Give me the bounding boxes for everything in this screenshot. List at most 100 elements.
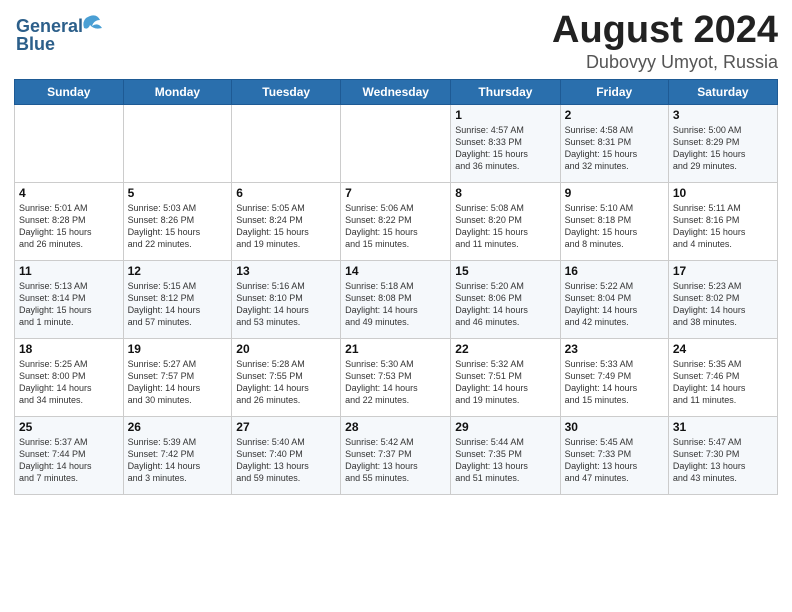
cell-content: Sunrise: 5:44 AM Sunset: 7:35 PM Dayligh…: [455, 436, 555, 485]
calendar-cell: 26 Sunrise: 5:39 AM Sunset: 7:42 PM Dayli…: [123, 416, 232, 494]
header: General Blue August 2024 Dubovyy Umyot, …: [14, 10, 778, 73]
day-number: 30: [565, 420, 664, 434]
calendar-cell: 25Sunrise: 5:37 AM Sunset: 7:44 PM Dayli…: [15, 416, 124, 494]
calendar-cell: 13 Sunrise: 5:16 AM Sunset: 8:10 PM Dayli…: [232, 260, 341, 338]
day-header-thursday: Thursday: [451, 79, 560, 104]
cell-content: Sunrise: 5:15 AM Sunset: 8:12 PM Dayligh…: [128, 280, 228, 329]
cell-content: Sunrise: 5:05 AM Sunset: 8:24 PM Dayligh…: [236, 202, 336, 251]
calendar-cell: 6 Sunrise: 5:05 AM Sunset: 8:24 PM Daylig…: [232, 182, 341, 260]
calendar-cell: 28 Sunrise: 5:42 AM Sunset: 7:37 PM Dayli…: [341, 416, 451, 494]
day-number: 22: [455, 342, 555, 356]
week-row-3: 11Sunrise: 5:13 AM Sunset: 8:14 PM Dayli…: [15, 260, 778, 338]
calendar-cell: 17Sunrise: 5:23 AM Sunset: 8:02 PM Dayli…: [668, 260, 777, 338]
cell-content: Sunrise: 5:08 AM Sunset: 8:20 PM Dayligh…: [455, 202, 555, 251]
day-number: 1: [455, 108, 555, 122]
cell-content: Sunrise: 5:00 AM Sunset: 8:29 PM Dayligh…: [673, 124, 773, 173]
cell-content: Sunrise: 5:33 AM Sunset: 7:49 PM Dayligh…: [565, 358, 664, 407]
calendar-cell: 16Sunrise: 5:22 AM Sunset: 8:04 PM Dayli…: [560, 260, 668, 338]
calendar-cell: 8 Sunrise: 5:08 AM Sunset: 8:20 PM Daylig…: [451, 182, 560, 260]
day-header-wednesday: Wednesday: [341, 79, 451, 104]
calendar-cell: 3 Sunrise: 5:00 AM Sunset: 8:29 PM Daylig…: [668, 104, 777, 182]
day-number: 12: [128, 264, 228, 278]
day-number: 6: [236, 186, 336, 200]
day-number: 7: [345, 186, 446, 200]
cell-content: Sunrise: 5:25 AM Sunset: 8:00 PM Dayligh…: [19, 358, 119, 407]
cell-content: Sunrise: 5:28 AM Sunset: 7:55 PM Dayligh…: [236, 358, 336, 407]
cell-content: Sunrise: 4:57 AM Sunset: 8:33 PM Dayligh…: [455, 124, 555, 173]
logo: General Blue: [14, 10, 104, 60]
calendar-cell: 24 Sunrise: 5:35 AM Sunset: 7:46 PM Dayli…: [668, 338, 777, 416]
cell-content: Sunrise: 5:10 AM Sunset: 8:18 PM Dayligh…: [565, 202, 664, 251]
calendar-cell: 31Sunrise: 5:47 AM Sunset: 7:30 PM Dayli…: [668, 416, 777, 494]
cell-content: Sunrise: 5:30 AM Sunset: 7:53 PM Dayligh…: [345, 358, 446, 407]
day-number: 13: [236, 264, 336, 278]
cell-content: Sunrise: 5:39 AM Sunset: 7:42 PM Dayligh…: [128, 436, 228, 485]
day-header-tuesday: Tuesday: [232, 79, 341, 104]
subtitle: Dubovyy Umyot, Russia: [552, 52, 778, 73]
svg-text:General: General: [16, 16, 83, 36]
calendar-cell: 2 Sunrise: 4:58 AM Sunset: 8:31 PM Daylig…: [560, 104, 668, 182]
cell-content: Sunrise: 4:58 AM Sunset: 8:31 PM Dayligh…: [565, 124, 664, 173]
cell-content: Sunrise: 5:42 AM Sunset: 7:37 PM Dayligh…: [345, 436, 446, 485]
calendar-cell: 30 Sunrise: 5:45 AM Sunset: 7:33 PM Dayli…: [560, 416, 668, 494]
calendar-cell: 21 Sunrise: 5:30 AM Sunset: 7:53 PM Dayli…: [341, 338, 451, 416]
calendar-cell: 4 Sunrise: 5:01 AM Sunset: 8:28 PM Daylig…: [15, 182, 124, 260]
cell-content: Sunrise: 5:18 AM Sunset: 8:08 PM Dayligh…: [345, 280, 446, 329]
day-number: 11: [19, 264, 119, 278]
day-number: 24: [673, 342, 773, 356]
calendar-cell: 14 Sunrise: 5:18 AM Sunset: 8:08 PM Dayli…: [341, 260, 451, 338]
calendar-cell: [341, 104, 451, 182]
calendar-cell: 10 Sunrise: 5:11 AM Sunset: 8:16 PM Dayli…: [668, 182, 777, 260]
cell-content: Sunrise: 5:16 AM Sunset: 8:10 PM Dayligh…: [236, 280, 336, 329]
cell-content: Sunrise: 5:35 AM Sunset: 7:46 PM Dayligh…: [673, 358, 773, 407]
calendar-cell: [232, 104, 341, 182]
cell-content: Sunrise: 5:11 AM Sunset: 8:16 PM Dayligh…: [673, 202, 773, 251]
cell-content: Sunrise: 5:45 AM Sunset: 7:33 PM Dayligh…: [565, 436, 664, 485]
day-number: 2: [565, 108, 664, 122]
calendar-cell: 1 Sunrise: 4:57 AM Sunset: 8:33 PM Daylig…: [451, 104, 560, 182]
day-number: 15: [455, 264, 555, 278]
calendar-cell: 11Sunrise: 5:13 AM Sunset: 8:14 PM Dayli…: [15, 260, 124, 338]
calendar-cell: 23Sunrise: 5:33 AM Sunset: 7:49 PM Dayli…: [560, 338, 668, 416]
day-number: 3: [673, 108, 773, 122]
day-number: 14: [345, 264, 446, 278]
day-number: 4: [19, 186, 119, 200]
day-number: 5: [128, 186, 228, 200]
week-row-5: 25Sunrise: 5:37 AM Sunset: 7:44 PM Dayli…: [15, 416, 778, 494]
day-number: 28: [345, 420, 446, 434]
calendar-table: SundayMondayTuesdayWednesdayThursdayFrid…: [14, 79, 778, 495]
cell-content: Sunrise: 5:06 AM Sunset: 8:22 PM Dayligh…: [345, 202, 446, 251]
cell-content: Sunrise: 5:27 AM Sunset: 7:57 PM Dayligh…: [128, 358, 228, 407]
day-number: 21: [345, 342, 446, 356]
day-number: 29: [455, 420, 555, 434]
svg-text:Blue: Blue: [16, 34, 55, 54]
cell-content: Sunrise: 5:32 AM Sunset: 7:51 PM Dayligh…: [455, 358, 555, 407]
week-row-4: 18Sunrise: 5:25 AM Sunset: 8:00 PM Dayli…: [15, 338, 778, 416]
day-number: 10: [673, 186, 773, 200]
calendar-cell: [123, 104, 232, 182]
cell-content: Sunrise: 5:03 AM Sunset: 8:26 PM Dayligh…: [128, 202, 228, 251]
calendar-cell: 9 Sunrise: 5:10 AM Sunset: 8:18 PM Daylig…: [560, 182, 668, 260]
calendar-cell: 5 Sunrise: 5:03 AM Sunset: 8:26 PM Daylig…: [123, 182, 232, 260]
week-row-1: 1 Sunrise: 4:57 AM Sunset: 8:33 PM Daylig…: [15, 104, 778, 182]
calendar-cell: 20 Sunrise: 5:28 AM Sunset: 7:55 PM Dayli…: [232, 338, 341, 416]
day-number: 16: [565, 264, 664, 278]
cell-content: Sunrise: 5:40 AM Sunset: 7:40 PM Dayligh…: [236, 436, 336, 485]
day-header-saturday: Saturday: [668, 79, 777, 104]
day-number: 26: [128, 420, 228, 434]
day-header-friday: Friday: [560, 79, 668, 104]
week-row-2: 4 Sunrise: 5:01 AM Sunset: 8:28 PM Daylig…: [15, 182, 778, 260]
day-number: 19: [128, 342, 228, 356]
day-number: 20: [236, 342, 336, 356]
day-number: 9: [565, 186, 664, 200]
day-number: 25: [19, 420, 119, 434]
page: General Blue August 2024 Dubovyy Umyot, …: [0, 0, 792, 612]
logo-svg: General Blue: [14, 10, 104, 60]
calendar-cell: 18Sunrise: 5:25 AM Sunset: 8:00 PM Dayli…: [15, 338, 124, 416]
calendar-cell: [15, 104, 124, 182]
calendar-cell: 22 Sunrise: 5:32 AM Sunset: 7:51 PM Dayli…: [451, 338, 560, 416]
calendar-cell: 12 Sunrise: 5:15 AM Sunset: 8:12 PM Dayli…: [123, 260, 232, 338]
day-number: 8: [455, 186, 555, 200]
cell-content: Sunrise: 5:01 AM Sunset: 8:28 PM Dayligh…: [19, 202, 119, 251]
title-block: August 2024 Dubovyy Umyot, Russia: [552, 10, 778, 73]
